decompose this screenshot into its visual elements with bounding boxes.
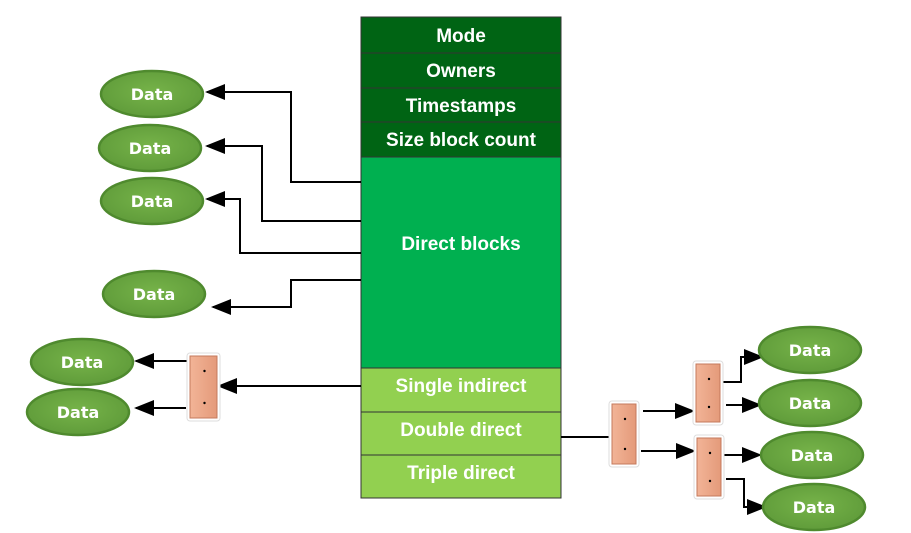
data-label: Data xyxy=(131,192,174,211)
pointer-dot xyxy=(707,405,711,409)
label-triple: Triple direct xyxy=(407,463,515,484)
data-label: Data xyxy=(793,498,836,517)
label-mode: Mode xyxy=(436,26,486,47)
label-timestamps: Timestamps xyxy=(406,96,517,117)
diagram-canvas: Mode Owners Timestamps Size block count … xyxy=(25,16,867,532)
label-size: Size block count xyxy=(386,130,537,151)
data-node: Data xyxy=(757,325,863,375)
data-node: Data xyxy=(25,387,131,437)
arrow xyxy=(205,138,361,222)
data-node: Data xyxy=(101,269,207,319)
data-label: Data xyxy=(61,353,104,372)
label-double: Double direct xyxy=(400,420,522,441)
pointer-dot xyxy=(623,447,627,451)
data-node: Data xyxy=(99,176,205,226)
arrow xyxy=(205,84,361,183)
row-direct xyxy=(360,156,562,369)
pointer-dot xyxy=(203,369,206,373)
pointer-dot xyxy=(203,401,206,405)
data-label: Data xyxy=(129,139,172,158)
pointer-dot xyxy=(708,479,712,483)
data-label: Data xyxy=(791,446,834,465)
arrow xyxy=(205,191,361,254)
label-owners: Owners xyxy=(426,61,496,82)
data-node: Data xyxy=(757,378,863,428)
label-direct: Direct blocks xyxy=(401,234,520,255)
pointer-dot xyxy=(707,377,711,381)
pointer-block xyxy=(186,352,221,422)
data-node: Data xyxy=(761,482,867,532)
pointer-block xyxy=(608,400,640,468)
pointer-block xyxy=(692,360,724,426)
data-node: Data xyxy=(759,430,865,480)
label-single: Single indirect xyxy=(396,376,528,397)
inode-diagram: Mode Owners Timestamps Size block count … xyxy=(0,0,911,533)
data-node: Data xyxy=(29,337,135,387)
data-node: Data xyxy=(97,123,203,173)
pointer-block xyxy=(693,434,725,500)
data-label: Data xyxy=(789,394,832,413)
inode-table: Mode Owners Timestamps Size block count … xyxy=(360,16,562,499)
data-label: Data xyxy=(131,85,174,104)
arrow xyxy=(726,478,767,515)
data-node: Data xyxy=(99,69,205,119)
data-label: Data xyxy=(57,403,100,422)
data-label: Data xyxy=(789,341,832,360)
data-label: Data xyxy=(133,285,176,304)
pointer-dot xyxy=(623,417,627,421)
arrow xyxy=(722,349,764,383)
pointer-dot xyxy=(708,451,712,455)
arrow xyxy=(211,279,361,315)
